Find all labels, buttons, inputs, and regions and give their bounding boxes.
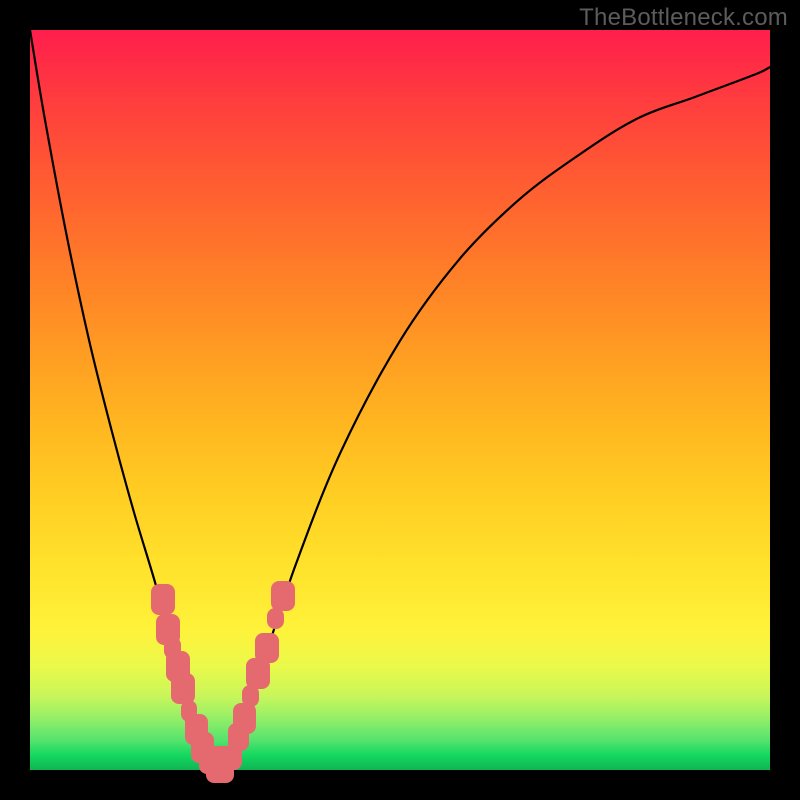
bottleneck-curve — [30, 30, 770, 770]
data-point — [171, 673, 195, 704]
data-point — [255, 633, 279, 664]
data-point — [271, 581, 295, 612]
plot-area — [30, 30, 770, 770]
data-point — [151, 584, 175, 615]
data-point — [233, 703, 257, 734]
chart-stage: TheBottleneck.com — [0, 0, 800, 800]
watermark-text: TheBottleneck.com — [579, 4, 788, 32]
